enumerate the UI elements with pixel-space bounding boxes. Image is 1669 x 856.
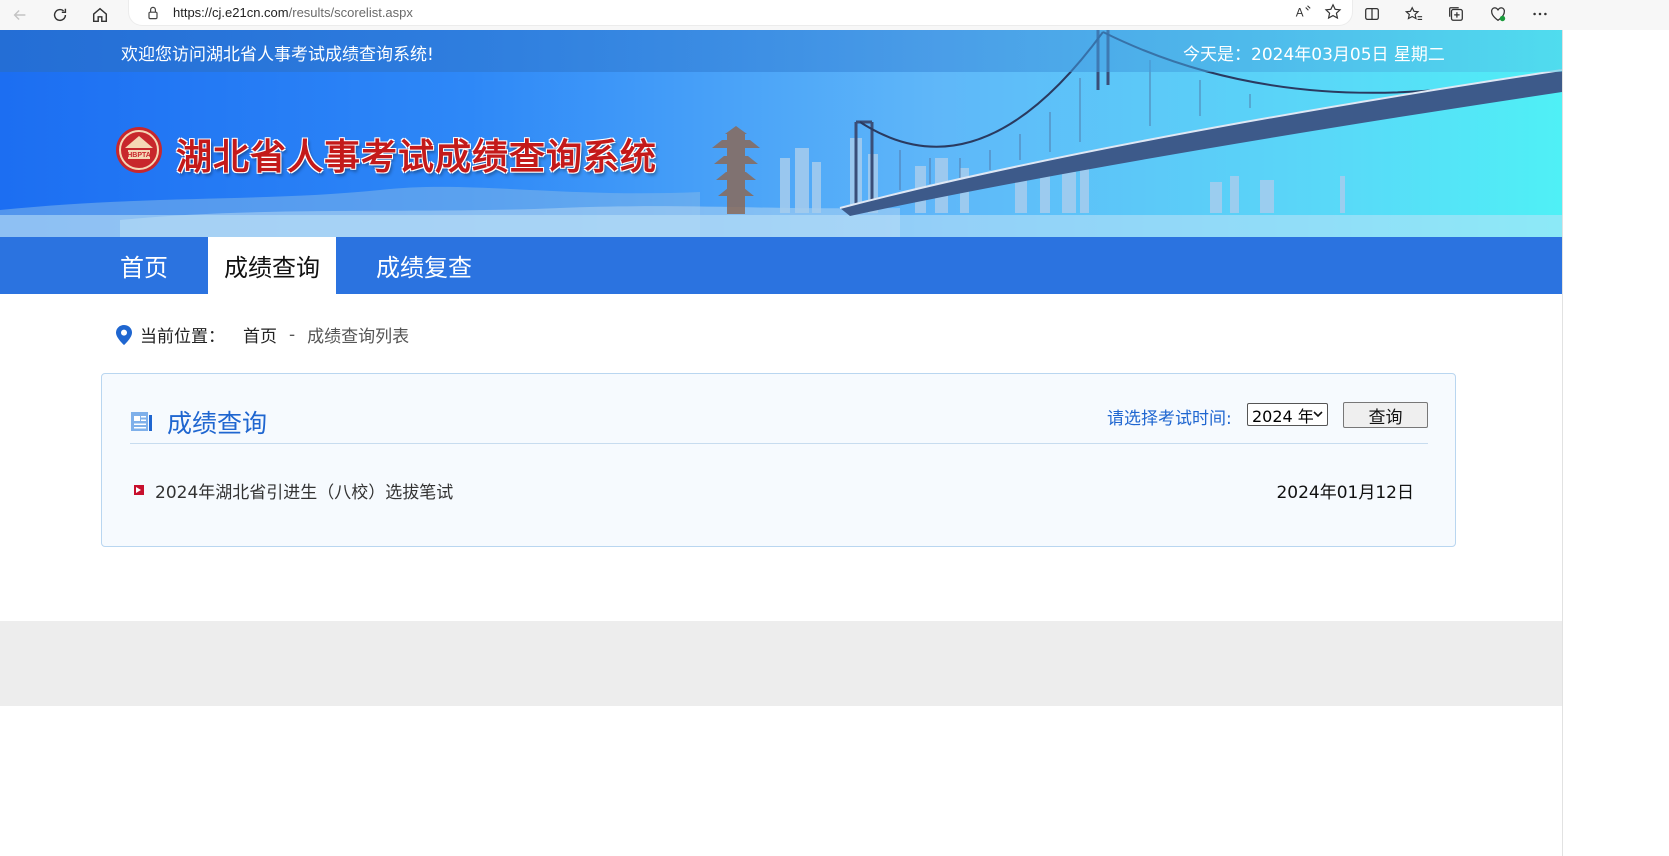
exam-title-link[interactable]: 2024年湖北省引进生（八校）选拔笔试 <box>155 478 453 503</box>
url-text: https://cj.e21cn.com/results/scorelist.a… <box>173 5 413 20</box>
breadcrumb-label: 当前位置： <box>140 327 225 347</box>
nav-item-label: 首页 <box>120 254 168 282</box>
list-item[interactable]: 2024年湖北省引进生（八校）选拔笔试 2024年01月12日 <box>134 478 1414 503</box>
exam-year-select[interactable]: 2024 年 <box>1247 403 1328 426</box>
back-button[interactable] <box>0 2 40 28</box>
nav-item-label: 成绩复查 <box>376 254 472 282</box>
nav-item-home[interactable]: 首页 <box>100 237 188 294</box>
exam-date: 2024年01月12日 <box>1276 482 1414 503</box>
site-title: 湖北省人事考试成绩查询系统 <box>176 136 658 178</box>
breadcrumb-home-link[interactable]: 首页 <box>243 322 277 347</box>
nav-item-label: 成绩查询 <box>224 254 320 282</box>
home-button[interactable] <box>80 2 120 28</box>
pagoda-icon <box>712 126 760 214</box>
svg-text:HBPTA: HBPTA <box>127 152 151 159</box>
browser-toolbar: https://cj.e21cn.com/results/scorelist.a… <box>0 0 1669 30</box>
exam-year-value: 2024 年 <box>1252 406 1314 426</box>
favorites-list-icon <box>1405 6 1423 20</box>
site-banner: 欢迎您访问湖北省人事考试成绩查询系统! 今天是：2024年03月05日 星期二 … <box>0 30 1562 237</box>
favorite-star-icon[interactable] <box>1324 3 1342 21</box>
read-aloud-icon[interactable]: A <box>1294 3 1312 21</box>
query-button[interactable]: 查询 <box>1343 402 1428 428</box>
chevron-down-icon <box>1313 411 1323 418</box>
breadcrumb-current: 成绩查询列表 <box>307 327 410 347</box>
breadcrumb-separator: - <box>289 324 296 345</box>
nav-item-score-review[interactable]: 成绩复查 <box>360 237 488 294</box>
score-query-panel: 成绩查询 请选择考试时间: 2024 年 查询 2024年湖北省引进生（八校）选… <box>101 373 1456 547</box>
today-date: 今天是：2024年03月05日 星期二 <box>1183 45 1445 65</box>
main-nav: 首页 成绩查询 成绩复查 <box>0 237 1562 294</box>
hbpta-emblem-icon: HBPTA <box>116 127 162 173</box>
arrow-left-icon <box>13 9 26 21</box>
refresh-icon <box>53 8 67 22</box>
collections-button[interactable] <box>1444 2 1468 26</box>
ellipsis-icon <box>1533 12 1547 16</box>
location-pin-icon <box>116 324 132 345</box>
red-arrow-bullet-icon <box>134 485 144 495</box>
split-screen-icon <box>1365 7 1379 21</box>
panel-header: 成绩查询 请选择考试时间: 2024 年 查询 <box>130 402 1428 444</box>
panel-title: 成绩查询 <box>167 409 268 438</box>
split-screen-button[interactable] <box>1360 2 1384 26</box>
document-list-icon <box>131 412 152 431</box>
lock-icon <box>148 6 158 19</box>
exam-time-label: 请选择考试时间: <box>1107 409 1232 429</box>
breadcrumb: 当前位置： 首页 - 成绩查询列表 <box>116 322 409 347</box>
home-icon <box>92 7 108 23</box>
scrollbar[interactable] <box>1562 30 1569 856</box>
favorites-button[interactable] <box>1402 2 1426 26</box>
refresh-button[interactable] <box>40 2 80 28</box>
url-path: /results/scorelist.aspx <box>288 5 413 20</box>
svg-text:A: A <box>1296 7 1304 20</box>
address-bar[interactable]: https://cj.e21cn.com/results/scorelist.a… <box>128 0 1353 26</box>
nav-item-score-query[interactable]: 成绩查询 <box>208 237 336 294</box>
collections-icon <box>1449 7 1463 21</box>
welcome-text: 欢迎您访问湖北省人事考试成绩查询系统! <box>121 45 434 65</box>
footer <box>0 621 1562 706</box>
more-menu-button[interactable] <box>1528 2 1552 26</box>
url-host: https://cj.e21cn.com <box>173 5 289 20</box>
browser-essentials-button[interactable] <box>1486 2 1510 26</box>
heart-pulse-icon <box>1491 7 1506 22</box>
